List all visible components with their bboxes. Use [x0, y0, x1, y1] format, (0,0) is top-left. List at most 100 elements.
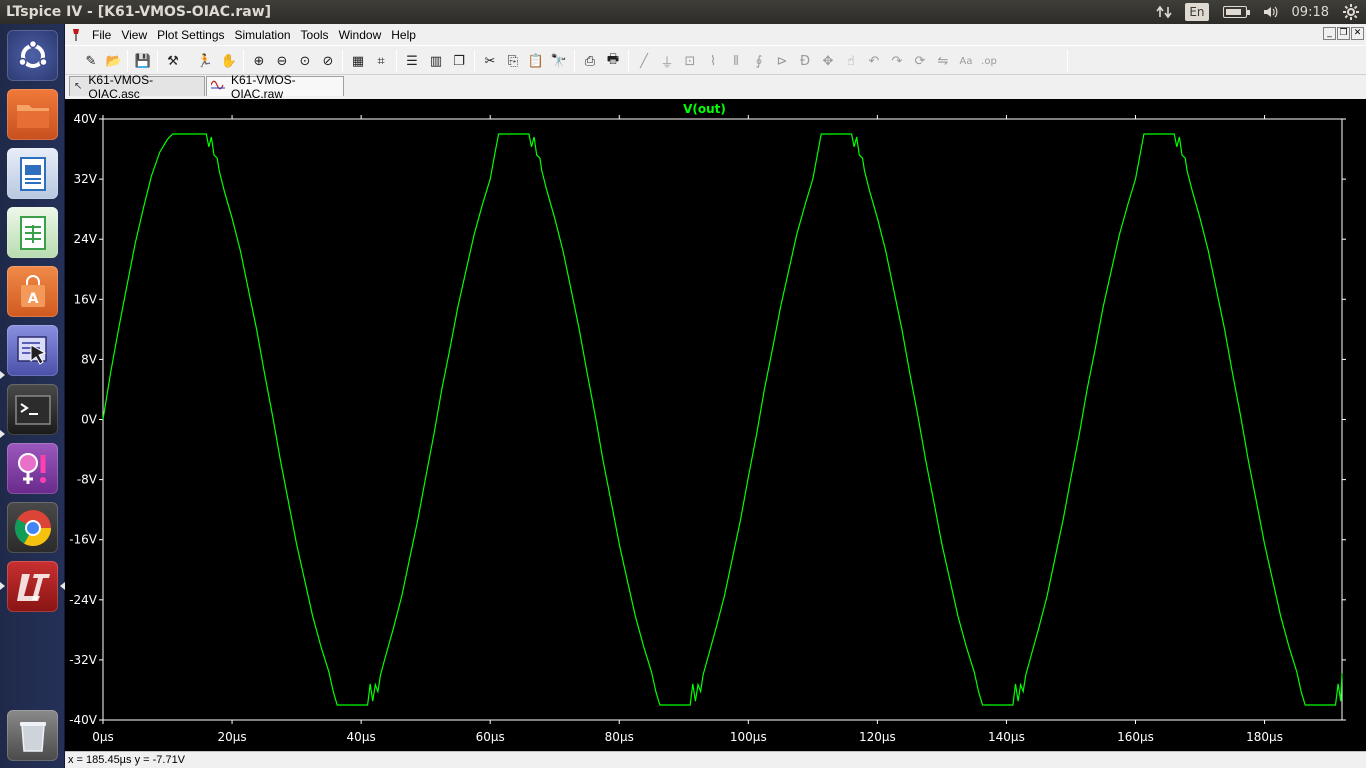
x-tick-label: 40µs	[347, 730, 376, 744]
toolbar-separator	[574, 50, 575, 72]
running-indicator	[0, 582, 5, 590]
menu-file[interactable]: File	[87, 28, 116, 42]
tab-label: K61-VMOS-OIAC.asc	[88, 72, 154, 101]
running-indicator	[0, 371, 5, 379]
toolbar-separator	[127, 50, 128, 72]
zoom-cancel-icon[interactable]: ⊘	[318, 51, 338, 71]
inductor-icon[interactable]: ∮	[749, 51, 769, 71]
mdi-restore-button[interactable]: ❐	[1337, 27, 1350, 40]
menu-simulation[interactable]: Simulation	[230, 28, 296, 42]
cursor-icon[interactable]	[7, 325, 58, 376]
move-icon[interactable]: ✥	[818, 51, 838, 71]
x-tick-label: 120µs	[859, 730, 896, 744]
undo-icon[interactable]: ↶	[864, 51, 884, 71]
capacitor-icon[interactable]: ⫴	[726, 51, 746, 71]
zoom-out-icon[interactable]: ⊖	[272, 51, 292, 71]
save-icon[interactable]: 💾	[133, 51, 153, 71]
toolbar-separator	[342, 50, 343, 72]
run-icon[interactable]: 🏃	[195, 51, 215, 71]
x-tick-label: 160µs	[1117, 730, 1154, 744]
keyboard-layout-indicator[interactable]: En	[1185, 3, 1209, 21]
document-icon[interactable]	[7, 148, 58, 199]
rotate-icon[interactable]: ⟳	[910, 51, 930, 71]
y-tick-label: 40V	[74, 112, 98, 126]
mdi-minimize-button[interactable]: _	[1323, 27, 1336, 40]
y-tick-label: 24V	[74, 232, 98, 246]
wire-icon[interactable]: ╱	[634, 51, 654, 71]
zoom-in-icon[interactable]: ⊕	[249, 51, 269, 71]
autorange-icon[interactable]: ▦	[348, 51, 368, 71]
spice-directive-icon[interactable]: .op	[979, 51, 999, 71]
menu-window[interactable]: Window	[334, 28, 387, 42]
menu-plot-settings[interactable]: Plot Settings	[152, 28, 229, 42]
speaker-icon[interactable]	[1255, 0, 1285, 24]
launcher: A	[0, 24, 65, 768]
y-tick-label: -16V	[69, 533, 98, 547]
ubuntu-logo-icon[interactable]	[7, 30, 58, 81]
component-icon[interactable]: Ɖ	[795, 51, 815, 71]
find-icon[interactable]: 🔭	[549, 51, 569, 71]
cascade-icon[interactable]: ❐	[449, 51, 469, 71]
print-preview-icon[interactable]: ⎙	[580, 51, 600, 71]
paste-icon[interactable]: 📋	[526, 51, 546, 71]
clock[interactable]: 09:18	[1285, 0, 1336, 24]
running-indicator	[0, 430, 5, 438]
mdi-close-button[interactable]: ✕	[1351, 27, 1364, 40]
tab-label: K61-VMOS-OIAC.raw	[231, 72, 296, 101]
new-schematic-icon[interactable]: ✎	[81, 51, 101, 71]
cut-icon[interactable]: ✂	[480, 51, 500, 71]
window-title: LTspice IV - [K61-VMOS-OIAC.raw]	[6, 4, 272, 20]
battery-icon[interactable]	[1222, 6, 1250, 18]
resistor-icon[interactable]: ⌇	[703, 51, 723, 71]
diode-icon[interactable]: ⊳	[772, 51, 792, 71]
open-icon[interactable]: 📂	[104, 51, 124, 71]
waveform-plot-pane[interactable]: 40V 32V 24V 16V 8V 0V -8V -16V -24V -32V -40V 0µs 20…	[65, 99, 1366, 751]
terminal-icon[interactable]	[7, 384, 58, 435]
y-tick-label: -8V	[77, 473, 98, 487]
control-panel-icon[interactable]: ⚒	[163, 51, 183, 71]
waveform-plot[interactable]: 40V 32V 24V 16V 8V 0V -8V -16V -24V -32V -40V 0µs 20…	[65, 99, 1366, 751]
print-icon[interactable]: 🖶	[603, 51, 623, 71]
toolbar-separator	[474, 50, 475, 72]
ltspice-logo-icon[interactable]	[7, 561, 58, 612]
tab-waveform[interactable]: K61-VMOS-OIAC.raw	[206, 73, 344, 101]
x-tick-label: 80µs	[605, 730, 634, 744]
tile-vertical-icon[interactable]: ▥	[426, 51, 446, 71]
status-bar: x = 185.45µs y = -7.71V	[65, 751, 1366, 768]
trace-title: V(out)	[683, 102, 726, 116]
trace-line	[102, 133, 1343, 706]
menu-tools[interactable]: Tools	[296, 28, 334, 42]
x-tick-label: 140µs	[988, 730, 1025, 744]
toolbar-separator	[396, 50, 397, 72]
x-tick-label: 180µs	[1246, 730, 1283, 744]
svg-text:A: A	[27, 291, 38, 307]
chrome-icon[interactable]	[7, 502, 58, 553]
copy-icon[interactable]: ⎘	[503, 51, 523, 71]
updown-arrows-icon[interactable]	[1149, 0, 1179, 24]
cursor-mode-icon[interactable]: ⌗	[371, 51, 391, 71]
redo-icon[interactable]: ↷	[887, 51, 907, 71]
plot-frame	[102, 118, 1343, 721]
trash-icon[interactable]	[7, 710, 58, 761]
gear-icon[interactable]	[1336, 0, 1366, 24]
tile-horizontal-icon[interactable]: ☰	[402, 51, 422, 71]
x-tick-label: 0µs	[92, 730, 114, 744]
gender-icon[interactable]	[7, 443, 58, 494]
drag-icon[interactable]: ☝	[841, 51, 861, 71]
toolbar-separator	[157, 50, 158, 72]
text-icon[interactable]: Aa	[956, 51, 976, 71]
folder-icon[interactable]	[7, 89, 58, 140]
ltspice-app-icon[interactable]	[69, 28, 83, 42]
tab-schematic[interactable]: ↖ K61-VMOS-OIAC.asc	[69, 73, 205, 101]
mirror-icon[interactable]: ⇋	[933, 51, 953, 71]
ground-icon[interactable]: ⏚	[657, 51, 677, 71]
label-icon[interactable]: ⊡	[680, 51, 700, 71]
battery-level	[1225, 9, 1241, 15]
spreadsheet-icon[interactable]	[7, 207, 58, 258]
halt-icon[interactable]: ✋	[219, 51, 239, 71]
shopping-bag-icon[interactable]: A	[7, 266, 58, 317]
zoom-fit-icon[interactable]: ⊙	[295, 51, 315, 71]
x-tick-label: 100µs	[730, 730, 767, 744]
menu-view[interactable]: View	[116, 28, 152, 42]
menu-help[interactable]: Help	[386, 28, 421, 42]
